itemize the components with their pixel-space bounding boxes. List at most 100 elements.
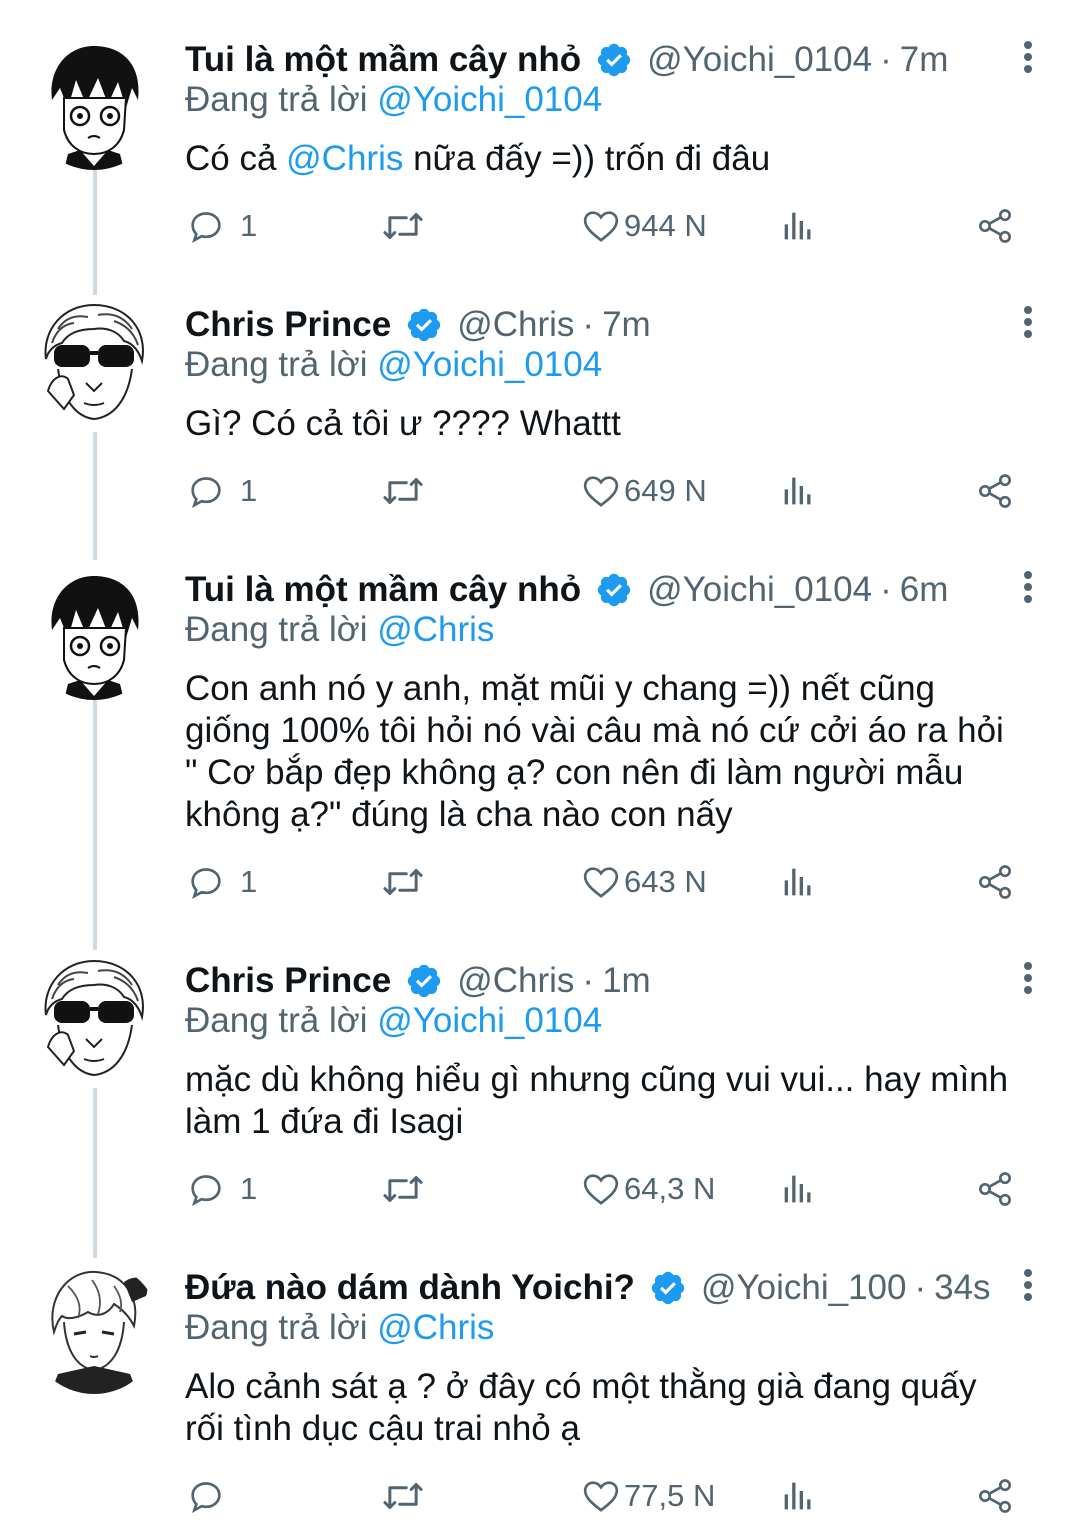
speech-bubble-icon — [191, 477, 221, 508]
verified-badge-icon — [405, 306, 443, 344]
replying-to: Đang trả lời @Chris — [185, 610, 494, 650]
tweet-header: Đứa nào dám dành Yoichi? @Yoichi_100 · 3… — [185, 1262, 991, 1314]
tweet[interactable]: Chris Prince @Chris · 1m Đang trả lời @Y… — [0, 955, 1080, 1235]
display-name[interactable]: Chris Prince — [185, 305, 391, 345]
retweet-button[interactable] — [380, 471, 426, 511]
like-button[interactable]: 64,3 N — [580, 1169, 715, 1209]
views-button[interactable] — [778, 1476, 818, 1516]
more-vertical-icon[interactable] — [1016, 38, 1040, 78]
replying-to-mention[interactable]: @Chris — [377, 610, 494, 649]
separator-dot: · — [582, 305, 595, 344]
tweet-text: mặc dù không hiểu gì nhưng cũng vui vui.… — [185, 1059, 1045, 1143]
tweet-header: Chris Prince @Chris · 7m — [185, 299, 651, 351]
display-name[interactable]: Chris Prince — [185, 961, 391, 1001]
timestamp[interactable]: 7m — [900, 40, 949, 80]
retweet-button[interactable] — [380, 206, 426, 246]
reply-button[interactable]: 1 — [186, 206, 257, 246]
like-button[interactable]: 649 N — [580, 471, 707, 511]
tweet-text: Gì? Có cả tôi ư ???? Whattt — [185, 404, 621, 443]
display-name[interactable]: Đứa nào dám dành Yoichi? — [185, 1268, 635, 1308]
tweet-mention[interactable]: @Chris — [286, 139, 403, 178]
timestamp[interactable]: 34s — [934, 1268, 990, 1308]
display-name[interactable]: Tui là một mầm cây nhỏ — [185, 40, 581, 80]
retweet-icon — [383, 478, 423, 504]
tweet-header: Chris Prince @Chris · 1m — [185, 955, 651, 1007]
tweet[interactable]: Đứa nào dám dành Yoichi? @Yoichi_100 · 3… — [0, 1262, 1080, 1539]
replying-to-mention[interactable]: @Chris — [377, 1308, 494, 1347]
retweet-button[interactable] — [380, 1169, 426, 1209]
like-button[interactable]: 944 N — [580, 206, 707, 246]
separator-dot: · — [582, 961, 595, 1000]
bar-chart-icon — [784, 1482, 811, 1510]
more-vertical-icon[interactable] — [1016, 959, 1040, 999]
views-button[interactable] — [778, 862, 818, 902]
user-handle[interactable]: @Yoichi_0104 — [647, 40, 872, 80]
separator-dot: · — [880, 40, 892, 79]
share-button[interactable] — [974, 471, 1016, 511]
tweet[interactable]: Chris Prince @Chris · 7m Đang trả lời @Y… — [0, 299, 1080, 529]
avatar-sunglasses-man-icon — [44, 303, 144, 421]
views-button[interactable] — [778, 206, 818, 246]
user-handle[interactable]: @Yoichi_0104 — [647, 570, 872, 610]
replying-to-mention[interactable]: @Yoichi_0104 — [377, 80, 602, 119]
tweet-text-part: nữa đấy =)) trốn đi đâu — [403, 139, 771, 178]
reply-button[interactable]: 1 — [186, 862, 257, 902]
views-button[interactable] — [778, 471, 818, 511]
avatar-dark-hair-boy-icon — [51, 46, 139, 170]
share-icon — [979, 474, 1011, 508]
share-button[interactable] — [974, 206, 1016, 246]
replying-to-mention[interactable]: @Yoichi_0104 — [377, 1001, 602, 1040]
speech-bubble-icon — [191, 868, 221, 899]
reply-count: 1 — [240, 1171, 258, 1206]
reply-button[interactable]: 1 — [186, 1169, 257, 1209]
retweet-icon — [383, 1483, 423, 1509]
like-button[interactable]: 643 N — [580, 862, 707, 902]
heart-icon — [583, 867, 619, 898]
tweet-text-line: làm 1 đứa đi Isagi — [185, 1102, 464, 1141]
avatar[interactable] — [28, 299, 160, 431]
like-button[interactable]: 77,5 N — [580, 1476, 715, 1516]
avatar[interactable] — [28, 568, 160, 700]
views-button[interactable] — [778, 1169, 818, 1209]
timestamp[interactable]: 1m — [602, 961, 651, 1001]
retweet-button[interactable] — [380, 862, 426, 902]
display-name[interactable]: Tui là một mầm cây nhỏ — [185, 570, 581, 610]
avatar-sunglasses-man-icon — [44, 959, 144, 1077]
share-button[interactable] — [974, 1169, 1016, 1209]
share-icon — [979, 865, 1011, 899]
tweet[interactable]: Tui là một mầm cây nhỏ @Yoichi_0104 · 7m… — [0, 34, 1080, 264]
more-vertical-icon[interactable] — [1016, 303, 1040, 343]
heart-icon — [583, 1174, 619, 1205]
tweet-text-line: mặc dù không hiểu gì nhưng cũng vui vui.… — [185, 1060, 1009, 1099]
bar-chart-icon — [784, 212, 811, 240]
retweet-icon — [383, 1176, 423, 1202]
tweet-text-line: giống 100% tôi hỏi nó vài câu mà nó cứ c… — [185, 711, 1004, 750]
replying-to-label: Đang trả lời — [185, 345, 368, 384]
more-vertical-icon[interactable] — [1016, 568, 1040, 608]
tweet-text: Con anh nó y anh, mặt mũi y chang =)) nế… — [185, 668, 1045, 836]
replying-to: Đang trả lời @Chris — [185, 1308, 494, 1348]
user-handle[interactable]: @Chris — [457, 305, 574, 345]
tweet[interactable]: Tui là một mầm cây nhỏ @Yoichi_0104 · 6m… — [0, 564, 1080, 924]
separator-dot: · — [880, 570, 892, 609]
user-handle[interactable]: @Yoichi_100 — [701, 1268, 907, 1308]
timestamp[interactable]: 7m — [602, 305, 651, 345]
retweet-button[interactable] — [380, 1476, 426, 1516]
replying-to-mention[interactable]: @Yoichi_0104 — [377, 345, 602, 384]
separator-dot: · — [914, 1268, 927, 1307]
reply-count: 1 — [240, 208, 258, 243]
heart-icon — [583, 1481, 619, 1512]
avatar[interactable] — [28, 38, 160, 170]
share-button[interactable] — [974, 862, 1016, 902]
avatar-light-hair-boy-icon — [50, 1270, 148, 1394]
more-vertical-icon[interactable] — [1016, 1266, 1040, 1306]
avatar[interactable] — [28, 1262, 160, 1394]
avatar[interactable] — [28, 955, 160, 1087]
share-button[interactable] — [974, 1476, 1016, 1516]
reply-button[interactable]: 1 — [186, 471, 257, 511]
verified-badge-icon — [595, 41, 633, 79]
timestamp[interactable]: 6m — [900, 570, 949, 610]
user-handle[interactable]: @Chris — [457, 961, 574, 1001]
reply-button[interactable] — [186, 1476, 240, 1516]
avatar-dark-hair-boy-icon — [51, 576, 139, 700]
